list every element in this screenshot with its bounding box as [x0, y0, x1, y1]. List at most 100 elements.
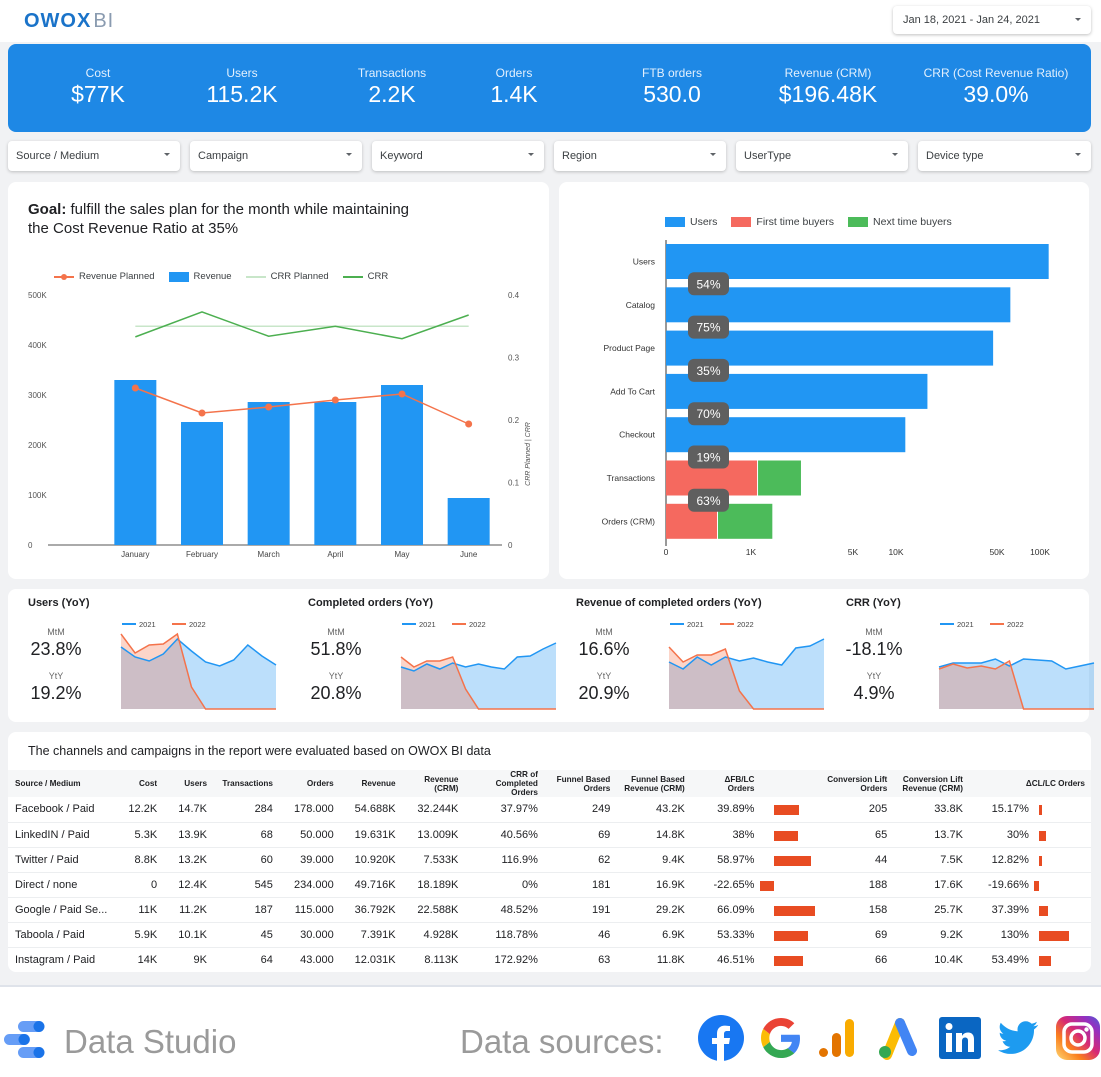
- cell-cl_revenue: 33.8K: [893, 797, 969, 823]
- funnel-x-tick-label: 100K: [1030, 547, 1050, 557]
- column-header[interactable]: Cost: [113, 770, 164, 797]
- x-tick-label: June: [460, 550, 478, 559]
- column-header[interactable]: ΔCL/LC Orders: [968, 770, 1091, 797]
- yoy-title: CRR (YoY): [846, 597, 901, 609]
- kpi-orders: Orders 1.4K: [439, 66, 589, 108]
- yoy-area-chart: 2021 2022: [400, 620, 557, 710]
- filter-campaign[interactable]: Campaign: [190, 141, 362, 171]
- column-header[interactable]: Funnel Based Orders: [543, 770, 617, 797]
- column-header[interactable]: Conversion Lift Orders: [815, 770, 894, 797]
- table-row[interactable]: Instagram / Paid 14K 9K 64 43.000 12.031K 8.11…: [8, 947, 1091, 972]
- cell-orders: 50.000: [278, 822, 340, 848]
- cell-fb_revenue: 29.2K: [616, 897, 691, 923]
- x-tick-label: May: [394, 550, 409, 559]
- table-row[interactable]: Taboola / Paid 5.9K 10.1K 45 30.000 7.391K 4.9…: [8, 922, 1091, 948]
- cell-cost: 12.2K: [113, 797, 164, 823]
- filter-label: UserType: [744, 150, 792, 162]
- table-row[interactable]: LinkedIN / Paid 5.3K 13.9K 68 50.000 19.631K 1…: [8, 822, 1091, 848]
- cell-d_fb: 58.97%: [690, 847, 761, 873]
- cell-d_cl: 30%: [968, 822, 1091, 848]
- column-header[interactable]: Funnel Based Revenue (CRM): [616, 770, 691, 797]
- y-left-tick-label: 0: [28, 541, 33, 550]
- filter-keyword[interactable]: Keyword: [372, 141, 544, 171]
- column-header[interactable]: CRR of Completed Orders: [464, 770, 544, 797]
- cell-revenue: 19.631K: [339, 822, 402, 848]
- revenue-planned-point: [131, 384, 139, 392]
- filter-source-medium[interactable]: Source / Medium: [8, 141, 180, 171]
- cell-source: Google / Paid Se...: [8, 897, 114, 923]
- legend-2021-label: 2021: [419, 620, 436, 629]
- cell-cost: 0: [113, 872, 164, 898]
- cell-crr: 48.52%: [464, 897, 544, 923]
- yoy-title: Users (YoY): [28, 597, 90, 609]
- table-row[interactable]: Google / Paid Se... 11K 11.2K 187 115.000 36.…: [8, 897, 1091, 923]
- cell-revenue_crm: 32.244K: [401, 797, 465, 823]
- yoy-card: Users (YoY) MtM 23.8% YtY 19.2% 2021 2022 Compl…: [8, 589, 1095, 722]
- delta-cl-value: 53.49%: [991, 953, 1029, 966]
- cell-transactions: 45: [213, 922, 279, 948]
- column-header[interactable]: Transactions: [213, 770, 279, 797]
- cell-revenue: 36.792K: [339, 897, 402, 923]
- legend-2022-label: 2022: [1007, 620, 1024, 629]
- google-icon: [761, 1018, 800, 1058]
- funnel-category-label: Transactions: [607, 473, 655, 483]
- y-left-tick-label: 400K: [28, 341, 47, 350]
- column-header[interactable]: Revenue (CRM): [401, 770, 465, 797]
- x-tick-label: January: [121, 550, 149, 559]
- cell-fb_orders: 249: [543, 797, 617, 823]
- table-row[interactable]: Direct / none 0 12.4K 545 234.000 49.716K 18.1…: [8, 872, 1091, 898]
- cell-d_cl: 15.17%: [968, 797, 1091, 823]
- data-studio-logo-icon: [4, 1021, 45, 1058]
- cell-revenue_crm: 18.189K: [401, 872, 465, 898]
- column-header[interactable]: ΔFB/LC Orders: [690, 770, 761, 797]
- revenue-bar: [381, 385, 423, 545]
- funnel-chart: Users Catalog Product Page Add To Cart Check…: [602, 240, 1050, 557]
- cell-revenue: 49.716K: [339, 872, 402, 898]
- y-right-tick-label: 0.4: [508, 291, 520, 300]
- cell-cl_orders: 66: [815, 947, 894, 972]
- filter-label: Campaign: [198, 150, 249, 162]
- cell-cost: 11K: [113, 897, 164, 923]
- channels-table: Source / Medium Cost Users Transactions Orde…: [8, 770, 1091, 972]
- cell-fb_orders: 181: [543, 872, 617, 898]
- delta-cl-value: -19.66%: [987, 878, 1029, 891]
- delta-cl-bar: [1038, 805, 1043, 815]
- column-header[interactable]: Source / Medium: [8, 770, 114, 797]
- legend-2022-label: 2022: [737, 620, 754, 629]
- legend-2022-label: 2022: [469, 620, 486, 629]
- cell-source: Twitter / Paid: [8, 847, 114, 873]
- cell-cl_revenue: 7.5K: [893, 847, 969, 873]
- delta-cl-value: 30%: [1006, 828, 1029, 841]
- cell-users: 10.1K: [163, 922, 213, 948]
- table-row[interactable]: Facebook / Paid 12.2K 14.7K 284 178.000 54.68…: [8, 797, 1091, 823]
- filter-usertype[interactable]: UserType: [736, 141, 908, 171]
- filter-device-type[interactable]: Device type: [918, 141, 1091, 171]
- column-header[interactable]: Conversion Lift Revenue (CRM): [893, 770, 969, 797]
- revenue-planned-point: [398, 390, 406, 398]
- funnel-x-tick-label: 5K: [848, 547, 859, 557]
- column-header[interactable]: [760, 770, 816, 797]
- cell-orders: 234.000: [278, 872, 340, 898]
- revenue-combo-chart: 0 100K 200K 300K 400K 500K 0 0.1 0.2 0.3 0.4 CRR Pl…: [28, 291, 532, 559]
- filter-region[interactable]: Region: [554, 141, 726, 171]
- legend-2022-label: 2022: [189, 620, 206, 629]
- table-row[interactable]: Twitter / Paid 8.8K 13.2K 60 39.000 10.920K 7.…: [8, 847, 1091, 873]
- column-header[interactable]: Revenue: [339, 770, 402, 797]
- y-right-axis-label: CRR Planned | CRR: [525, 422, 532, 486]
- kpi-scorecards: Cost $77K Users 115.2K Transactions 2.2K Or…: [8, 44, 1091, 132]
- owox-bi-logo: OWOX BI: [24, 10, 114, 33]
- delta-fb-bar: [774, 930, 808, 941]
- funnel-category-label: Users: [633, 257, 655, 267]
- column-header[interactable]: Orders: [278, 770, 340, 797]
- table-body: Facebook / Paid 12.2K 14.7K 284 178.000 54.68…: [8, 797, 1091, 972]
- chevron-down-icon: [1075, 153, 1081, 156]
- cell-cl_orders: 44: [815, 847, 894, 873]
- y-left-tick-label: 500K: [28, 291, 47, 300]
- column-header[interactable]: Users: [163, 770, 213, 797]
- filter-label: Keyword: [380, 150, 423, 162]
- dashboard: OWOX BI Jan 18, 2021 - Jan 24, 2021 Cost $…: [0, 0, 1101, 1077]
- date-range-picker[interactable]: Jan 18, 2021 - Jan 24, 2021: [893, 6, 1091, 34]
- delta-cl-value: 12.82%: [991, 853, 1029, 866]
- data-studio-label: Data Studio: [64, 1023, 237, 1060]
- filter-label: Source / Medium: [16, 150, 100, 162]
